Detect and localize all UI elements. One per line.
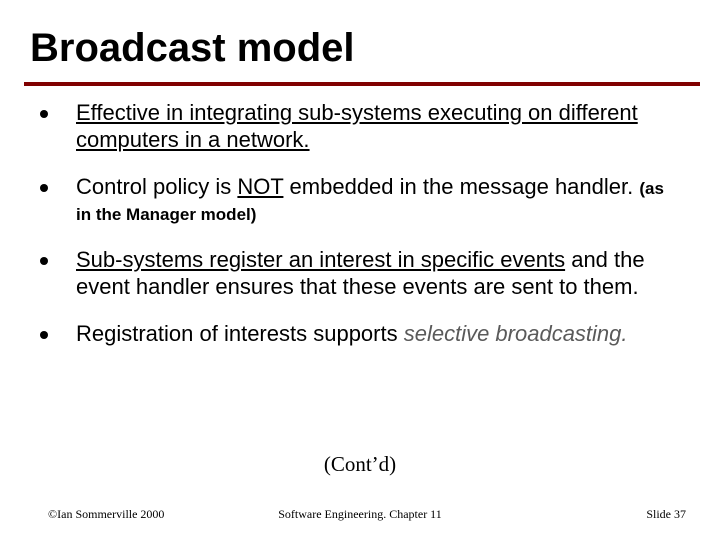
bullet-4-text: Registration of interests supports selec… xyxy=(76,321,628,348)
bullet-3-text: Sub-systems register an interest in spec… xyxy=(76,247,680,301)
bullet-2-post: embedded in the message handler. xyxy=(283,174,639,199)
slide-body: Effective in integrating sub-systems exe… xyxy=(40,100,680,368)
footer: ©Ian Sommerville 2000 Software Engineeri… xyxy=(0,504,720,522)
bullet-2-not: NOT xyxy=(237,174,283,199)
bullet-3-underline: Sub-systems register an interest in spec… xyxy=(76,247,565,272)
bullet-4-italic: selective broadcasting. xyxy=(404,321,628,346)
footer-slide-number: Slide 37 xyxy=(646,507,686,522)
bullet-icon xyxy=(40,257,48,265)
bullet-1-underline: Effective in integrating sub-systems exe… xyxy=(76,100,638,152)
bullet-3: Sub-systems register an interest in spec… xyxy=(40,247,680,301)
bullet-1: Effective in integrating sub-systems exe… xyxy=(40,100,680,154)
slide-title: Broadcast model xyxy=(30,26,355,71)
bullet-icon xyxy=(40,110,48,118)
bullet-icon xyxy=(40,184,48,192)
footer-center: Software Engineering. Chapter 11 xyxy=(0,507,720,522)
bullet-2: Control policy is NOT embedded in the me… xyxy=(40,174,680,228)
title-underline xyxy=(24,82,700,86)
bullet-1-text: Effective in integrating sub-systems exe… xyxy=(76,100,680,154)
bullet-4: Registration of interests supports selec… xyxy=(40,321,680,348)
continued-label: (Cont’d) xyxy=(0,452,720,477)
bullet-icon xyxy=(40,331,48,339)
bullet-2-pre: Control policy is xyxy=(76,174,237,199)
slide: Broadcast model Effective in integrating… xyxy=(0,0,720,540)
bullet-2-text: Control policy is NOT embedded in the me… xyxy=(76,174,680,228)
bullet-4-pre: Registration of interests supports xyxy=(76,321,404,346)
